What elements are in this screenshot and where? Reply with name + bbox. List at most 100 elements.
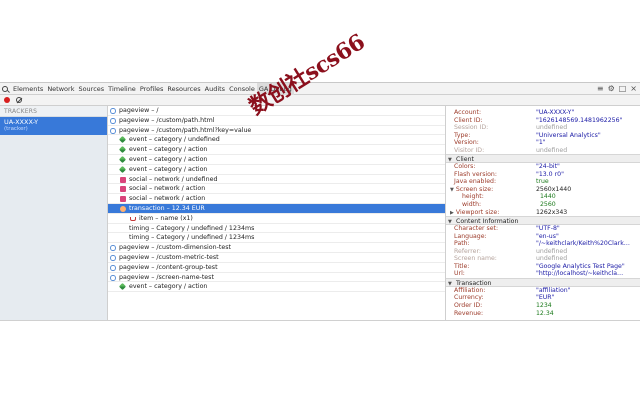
property-key-text: Screen name: bbox=[454, 255, 497, 263]
clear-icon[interactable] bbox=[16, 97, 22, 103]
property-value: "UA-XXXX-Y" bbox=[536, 109, 575, 116]
hit-label: transaction – 12.34 EUR bbox=[129, 204, 205, 212]
hits-list: pageview – / pageview – /custom/path.html… bbox=[108, 106, 446, 321]
section-client[interactable]: ▼ Client bbox=[446, 154, 640, 164]
property-key-text: Account: bbox=[454, 109, 482, 116]
property-value: "UTF-8" bbox=[536, 225, 560, 233]
property-key[interactable]: ▶ Viewport size: bbox=[446, 209, 536, 217]
section-label: Transaction bbox=[456, 279, 492, 287]
hit-row-transaction[interactable]: transaction – 12.34 EUR bbox=[108, 203, 445, 214]
property-key: Colors: bbox=[446, 163, 536, 171]
property-key-text: Language: bbox=[454, 232, 487, 240]
tab-resources[interactable]: Resources bbox=[165, 83, 202, 95]
hit-row-social[interactable]: social – network / undefined bbox=[108, 175, 445, 185]
section-content-information[interactable]: ▼ Content Information bbox=[446, 216, 640, 226]
hit-row-pageview[interactable]: pageview – /custom/path.html bbox=[108, 116, 445, 126]
hit-row-pageview[interactable]: pageview – /custom-metric-test bbox=[108, 253, 445, 263]
detail-property: Affiliation: "affiliation" bbox=[446, 287, 640, 295]
property-value: "en-us" bbox=[536, 232, 559, 240]
detail-property: Colors: "24-bit" bbox=[446, 163, 640, 171]
hit-row-pageview[interactable]: pageview – /custom-dimension-test bbox=[108, 243, 445, 253]
tab-list: Elements Network Sources Timeline Profiles Re… bbox=[11, 82, 294, 95]
section-transaction[interactable]: ▼ Transaction bbox=[446, 277, 640, 287]
disclosure-triangle-icon[interactable]: ▶ bbox=[450, 210, 454, 216]
property-key-text: Colors: bbox=[454, 163, 476, 171]
section-label: Content Information bbox=[456, 218, 519, 226]
property-value: undefined bbox=[536, 247, 568, 255]
hit-row-pageview[interactable]: pageview – /custom/path.html?key=value bbox=[108, 126, 445, 136]
detail-property: Path: "/~keithclark/Keith%20Clark… bbox=[446, 240, 640, 248]
property-key-text: Version: bbox=[454, 139, 479, 147]
hit-row-social[interactable]: social – network / action bbox=[108, 184, 445, 195]
property-key-text: Session ID: bbox=[454, 124, 489, 132]
hit-label: social – network / undefined bbox=[129, 175, 218, 183]
hit-label: timing – Category / undefined / 1234ms bbox=[129, 234, 255, 242]
hit-label: event – category / action bbox=[129, 165, 208, 173]
console-drawer-icon[interactable]: ≡ bbox=[597, 83, 604, 95]
property-key: Visitor ID: bbox=[446, 147, 536, 155]
hit-label: social – network / action bbox=[129, 195, 206, 203]
detail-property: Screen name: undefined bbox=[446, 255, 640, 263]
property-value: "13.0 r0" bbox=[536, 170, 564, 178]
property-key-text: Referrer: bbox=[454, 247, 481, 255]
property-value: "Google Analytics Test Page" bbox=[536, 262, 625, 270]
pageview-icon bbox=[110, 245, 116, 252]
tab-timeline[interactable]: Timeline bbox=[106, 83, 138, 95]
tab-profiles[interactable]: Profiles bbox=[138, 83, 166, 95]
hit-row-event[interactable]: event – category / action bbox=[108, 155, 445, 165]
hit-row-event[interactable]: event – category / action bbox=[108, 145, 445, 155]
disclosure-triangle-icon[interactable]: ▼ bbox=[450, 187, 454, 193]
hit-row-event[interactable]: event – category / action bbox=[108, 165, 445, 175]
hit-row-pageview[interactable]: pageview – /content-group-test bbox=[108, 263, 445, 273]
property-key: Title: bbox=[446, 263, 536, 271]
hit-row-timing[interactable]: timing – Category / undefined / 1234ms bbox=[108, 233, 445, 244]
event-icon bbox=[118, 283, 127, 291]
event-icon bbox=[118, 165, 127, 173]
hit-row-item[interactable]: item – name (x1) bbox=[108, 214, 445, 224]
section-label: Client bbox=[456, 156, 474, 164]
tracker-item[interactable]: UA-XXXX-Y (tracker) bbox=[0, 117, 107, 135]
tab-sources[interactable]: Sources bbox=[76, 83, 106, 95]
property-value: true bbox=[536, 178, 549, 186]
hit-row-event[interactable]: event – category / action bbox=[108, 282, 445, 293]
tab-elements[interactable]: Elements bbox=[11, 83, 45, 95]
record-icon[interactable] bbox=[4, 97, 10, 103]
ga-debug-panes: TRACKERS UA-XXXX-Y (tracker) pageview – … bbox=[0, 106, 640, 321]
hit-row-social[interactable]: social – network / action bbox=[108, 194, 445, 204]
property-key-text: height: bbox=[462, 193, 484, 201]
hit-row-event[interactable]: event – category / undefined bbox=[108, 135, 445, 146]
property-value: undefined bbox=[536, 146, 568, 154]
property-key: Referrer: bbox=[446, 248, 536, 256]
property-key[interactable]: ▼ Screen size: bbox=[446, 186, 536, 194]
hit-row-pageview[interactable]: pageview – / bbox=[108, 106, 445, 116]
social-icon bbox=[120, 176, 126, 183]
property-value: "/~keithclark/Keith%20Clark… bbox=[536, 240, 630, 248]
tab-console[interactable]: Console bbox=[227, 83, 257, 95]
property-key-text: Path: bbox=[454, 240, 470, 248]
property-value: 1262x343 bbox=[536, 208, 568, 216]
property-value: "http://localhost/~keithcla… bbox=[536, 270, 624, 278]
detail-property: Client ID: "1626148569.1481962256" bbox=[446, 117, 640, 125]
tab-ga-debug[interactable]: GA Debug bbox=[256, 82, 294, 95]
tab-audits[interactable]: Audits bbox=[203, 83, 227, 95]
close-icon[interactable]: × bbox=[630, 83, 637, 95]
settings-gear-icon[interactable]: ⚙ bbox=[608, 83, 615, 95]
detail-property: height: 1440 bbox=[446, 193, 640, 201]
tab-network[interactable]: Network bbox=[45, 83, 76, 95]
devtools-panel: Elements Network Sources Timeline Profiles Re… bbox=[0, 82, 640, 321]
hit-label: pageview – /custom-metric-test bbox=[119, 253, 219, 261]
dock-icon[interactable]: □ bbox=[619, 83, 627, 95]
property-value: 2560 bbox=[540, 201, 556, 209]
hit-row-timing[interactable]: timing – Category / undefined / 1234ms bbox=[108, 224, 445, 234]
detail-property: Flash version: "13.0 r0" bbox=[446, 171, 640, 179]
pageview-icon bbox=[110, 274, 116, 281]
property-value: 12.34 bbox=[536, 309, 554, 317]
search-icon[interactable] bbox=[2, 85, 8, 92]
tracker-id: UA-XXXX-Y bbox=[4, 118, 39, 126]
hit-details-panel: Account: "UA-XXXX-Y" Client ID: "1626148569… bbox=[446, 106, 640, 321]
devtools-bottom-border bbox=[0, 320, 640, 321]
hit-row-pageview[interactable]: pageview – /screen-name-test bbox=[108, 273, 445, 283]
social-icon bbox=[120, 196, 126, 203]
pageview-icon bbox=[110, 264, 116, 271]
hit-label: item – name (x1) bbox=[139, 214, 193, 222]
